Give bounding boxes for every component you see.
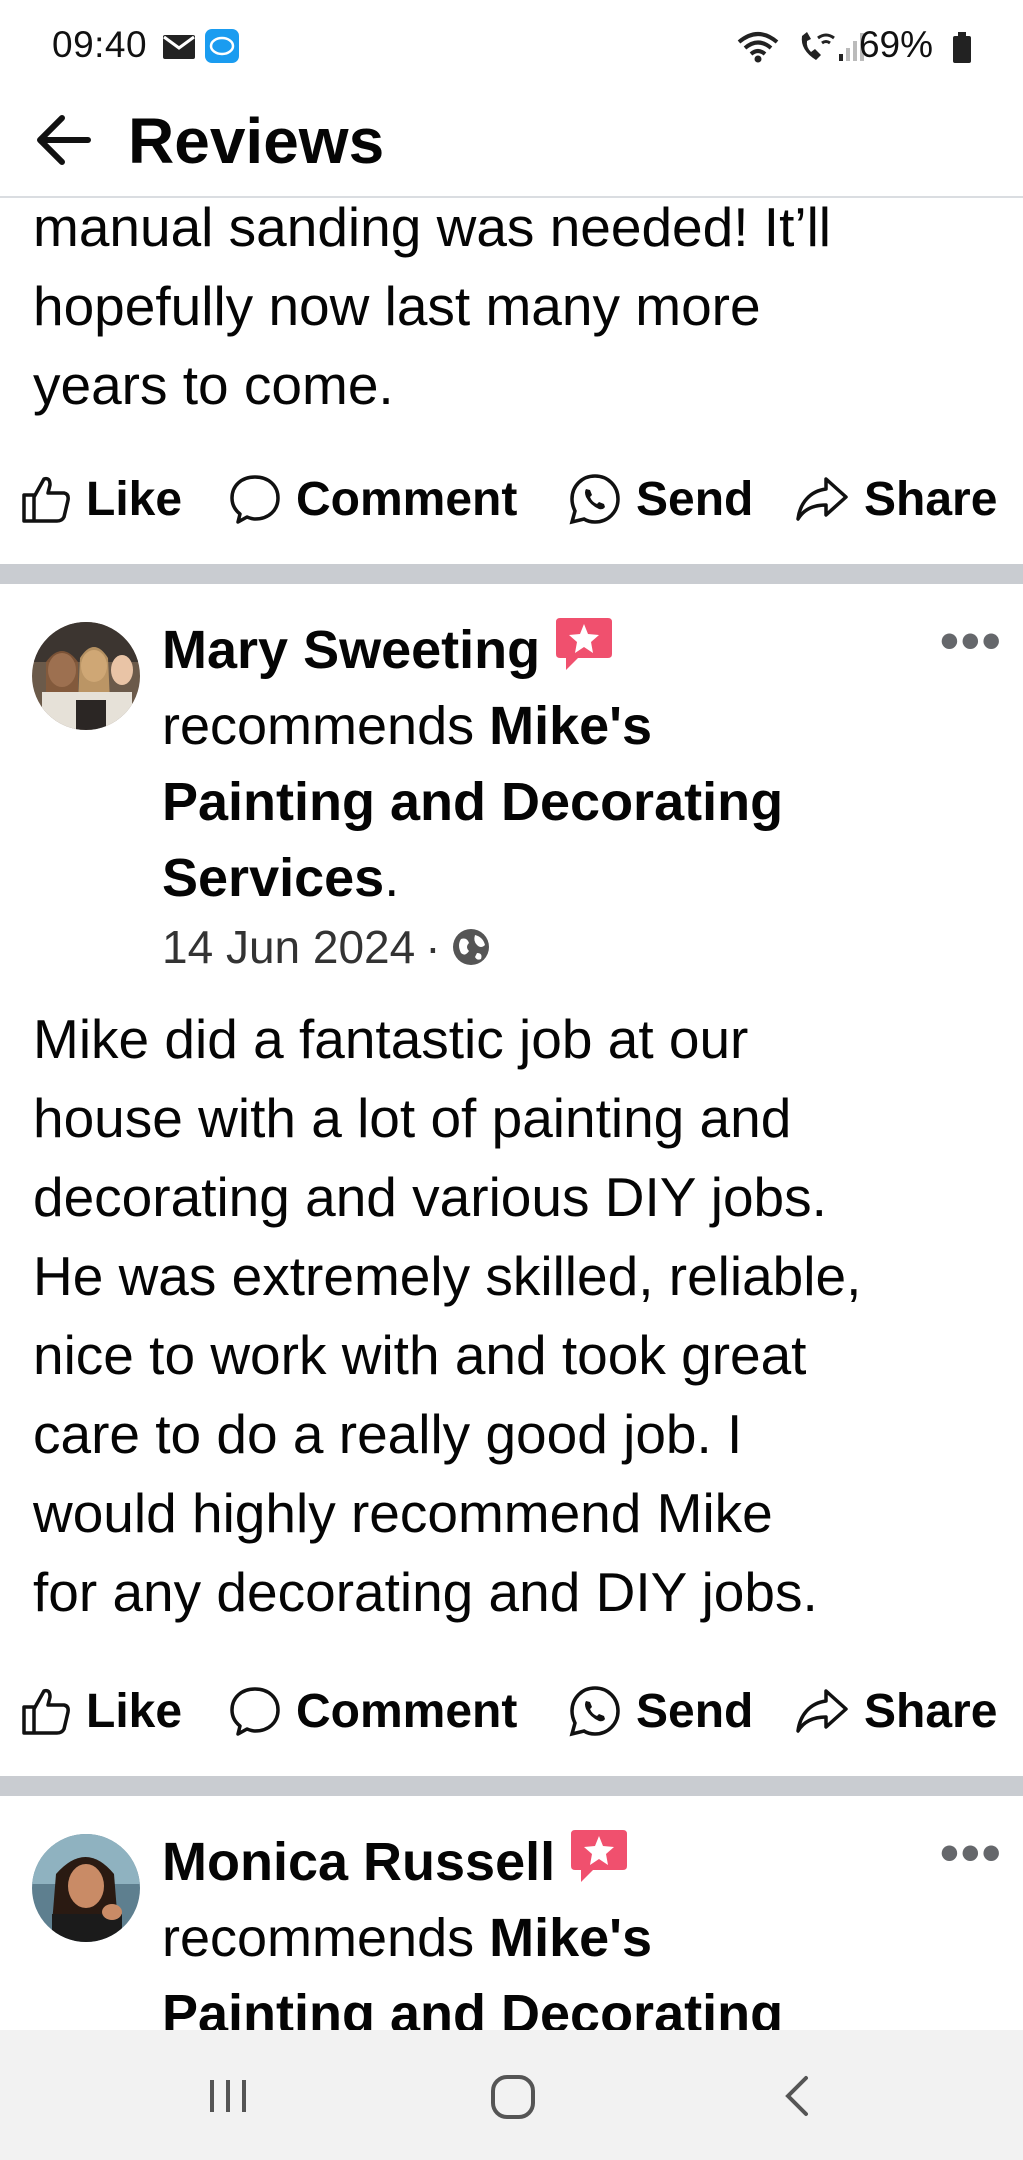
previous-review-text: manual sanding was needed! It’ll hopeful… — [33, 196, 832, 416]
share-icon — [796, 1689, 848, 1733]
post-separator — [0, 564, 1023, 584]
author-name[interactable]: Mary Sweeting — [162, 620, 540, 680]
recent-apps-icon — [210, 2080, 246, 2112]
share-icon — [796, 477, 848, 521]
comment-icon — [230, 1687, 280, 1736]
review-header: Mary Sweeting recommends Mike's Painting… — [162, 612, 942, 916]
business-name[interactable]: Mike's — [489, 1908, 652, 1968]
whatsapp-icon — [569, 474, 620, 525]
status-time: 09:40 — [52, 24, 148, 65]
battery-percent: 69% — [858, 24, 933, 65]
thumbs-up-icon — [22, 1688, 70, 1735]
home-icon — [491, 2075, 535, 2119]
review-meta: 14 Jun 2024 · — [162, 920, 491, 974]
whatsapp-icon — [569, 1686, 620, 1737]
post-actions: Like Comment Send Share — [0, 454, 1023, 544]
like-button[interactable]: Like — [20, 1666, 182, 1756]
business-name[interactable]: Mike's — [489, 696, 652, 756]
author-name[interactable]: Monica Russell — [162, 1832, 555, 1892]
back-nav-button[interactable] — [782, 2074, 812, 2123]
wifi-calling-icon — [796, 30, 836, 69]
more-options-button[interactable]: ••• — [940, 610, 1003, 672]
chevron-left-icon — [785, 2076, 808, 2116]
more-options-button[interactable]: ••• — [940, 1822, 1003, 1884]
globe-icon — [452, 929, 489, 965]
share-button[interactable]: Share — [794, 454, 997, 544]
comment-icon — [230, 475, 280, 524]
send-button[interactable]: Send — [568, 1666, 753, 1756]
back-button[interactable] — [34, 112, 94, 173]
avatar[interactable] — [32, 622, 140, 730]
post-separator — [0, 1776, 1023, 1796]
comment-button[interactable]: Comment — [228, 454, 517, 544]
avatar[interactable] — [32, 1834, 140, 1942]
recommend-badge-icon — [569, 1826, 629, 1886]
battery-icon — [952, 32, 972, 69]
review-header: Monica Russell recommends Mike's Paintin… — [162, 1824, 942, 2052]
wifi-icon — [736, 30, 780, 69]
arrow-left-icon — [37, 115, 91, 165]
page-title: Reviews — [128, 105, 385, 177]
mail-icon — [162, 34, 196, 65]
share-button[interactable]: Share — [794, 1666, 997, 1756]
like-button[interactable]: Like — [20, 454, 182, 544]
recent-apps-button[interactable] — [206, 2076, 250, 2121]
review-text: Mike did a fantastic job at our house wi… — [33, 1008, 862, 1623]
post-actions: Like Comment Send Share — [0, 1666, 1023, 1756]
recommend-badge-icon — [554, 614, 614, 674]
box-app-icon — [204, 28, 240, 69]
thumbs-up-icon — [22, 476, 70, 523]
comment-button[interactable]: Comment — [228, 1666, 517, 1756]
business-name[interactable]: Services — [162, 848, 384, 908]
review-date[interactable]: 14 Jun 2024 — [162, 920, 415, 974]
home-button[interactable] — [490, 2074, 536, 2125]
system-nav-bar — [0, 2030, 1023, 2160]
send-button[interactable]: Send — [568, 454, 753, 544]
business-name[interactable]: Painting and Decorating — [162, 772, 783, 832]
